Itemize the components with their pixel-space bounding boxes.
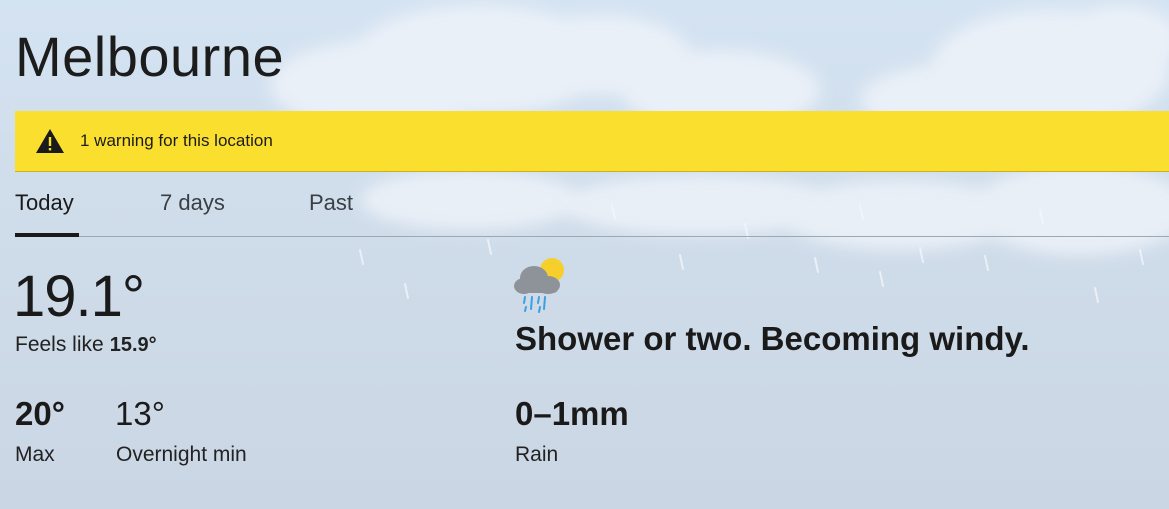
overnight-min-label: Overnight min xyxy=(116,443,247,466)
tab-today[interactable]: Today xyxy=(15,190,79,237)
warning-triangle-icon xyxy=(36,129,64,153)
max-temperature: 20° xyxy=(15,395,65,432)
tab-7-days[interactable]: 7 days xyxy=(160,190,225,237)
feels-like: Feels like 15.9° xyxy=(15,333,157,357)
warning-text: 1 warning for this location xyxy=(80,131,273,150)
warning-banner[interactable]: 1 warning for this location xyxy=(15,111,1169,172)
rain-amount: 0–1mm xyxy=(515,395,629,432)
max-label: Max xyxy=(15,443,55,466)
tab-past[interactable]: Past xyxy=(309,190,353,237)
feels-like-label: Feels like xyxy=(15,333,104,356)
current-temperature: 19.1° xyxy=(13,264,145,329)
overnight-min-temperature: 13° xyxy=(115,395,165,432)
cloud-sun-rain-icon xyxy=(514,258,564,313)
weather-page: Melbourne 1 warning for this location To… xyxy=(0,0,1169,509)
forecast-tabs: Today 7 days Past xyxy=(15,186,1169,237)
rain-label: Rain xyxy=(515,443,559,466)
feels-like-value: 15.9° xyxy=(109,334,157,356)
location-title: Melbourne xyxy=(15,25,285,88)
forecast-description: Shower or two. Becoming windy. xyxy=(515,320,1030,357)
